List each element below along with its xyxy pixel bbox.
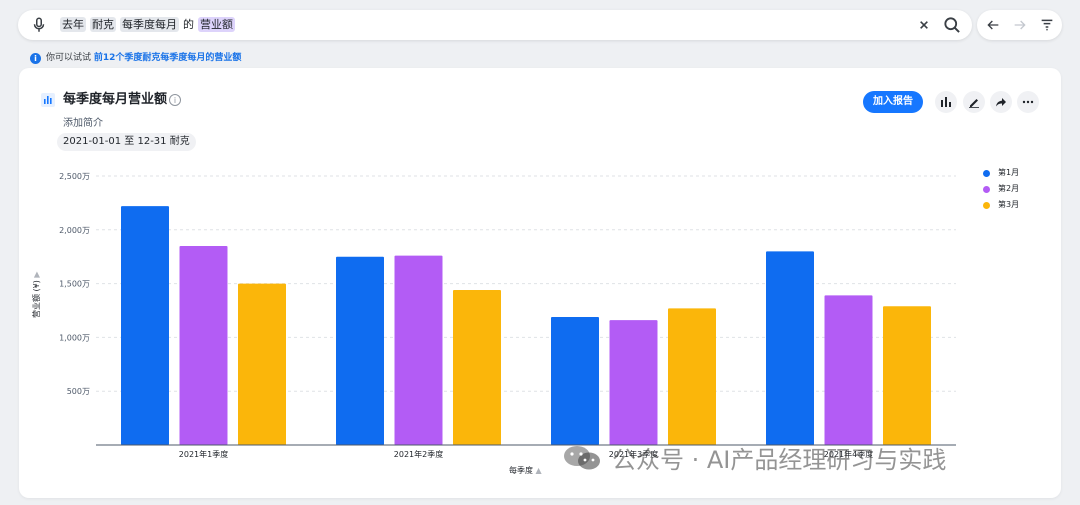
y-axis-title[interactable]: 营业额 (¥) ▶ <box>31 271 42 318</box>
x-axis-title-text: 每季度 <box>509 466 533 475</box>
bar <box>609 320 658 445</box>
sort-caret-icon: ▶ <box>32 271 41 278</box>
legend-label: 第2月 <box>998 184 1020 193</box>
bar <box>883 306 931 445</box>
bar <box>394 255 443 445</box>
bar <box>453 290 501 445</box>
sort-caret-icon: ▲ <box>535 466 542 475</box>
x-axis-title[interactable]: 每季度 ▲ <box>509 465 542 476</box>
history-nav <box>977 10 1062 40</box>
bar-chart: 500万 1,000万 1,500万 2,000万 2,500万 2021年1季度 2021… <box>59 172 956 459</box>
y-tick-label: 1,500万 <box>59 280 90 289</box>
search-icon[interactable] <box>942 15 962 35</box>
hint-prefix: 你可以试试 <box>46 53 92 63</box>
y-axis-title-text: 营业额 (¥) <box>32 280 41 318</box>
query-token[interactable]: 耐克 <box>90 17 116 32</box>
legend-swatch <box>983 201 990 209</box>
microphone-icon[interactable] <box>30 16 48 34</box>
bar <box>179 245 228 445</box>
wechat-icon <box>564 445 600 469</box>
suggestion-hint: i 你可以试试 前12个季度耐克每季度每月的营业额 <box>30 52 241 64</box>
forward-arrow-icon[interactable] <box>1012 17 1028 33</box>
bar <box>766 251 814 445</box>
bar <box>121 206 169 445</box>
chart-card: 每季度每月营业额 i 添加简介 2021-01-01 至 12-31 耐克 加入… <box>19 68 1061 498</box>
legend-swatch <box>983 185 990 193</box>
y-tick-label: 2,000万 <box>59 226 90 235</box>
watermark-text: 公众号 · AI产品经理研习与实践 <box>612 446 947 474</box>
back-arrow-icon[interactable] <box>985 17 1001 33</box>
legend-item[interactable]: 第2月 <box>983 181 1019 197</box>
x-tick-label: 2021年1季度 <box>179 449 228 459</box>
bar <box>668 308 716 445</box>
bar <box>551 316 599 445</box>
legend-item[interactable]: 第1月 <box>983 165 1019 181</box>
bar <box>824 295 873 445</box>
legend-swatch <box>983 169 990 177</box>
legend-item[interactable]: 第3月 <box>983 197 1019 213</box>
watermark: 公众号 · AI产品经理研习与实践 <box>562 440 946 475</box>
y-tick-label: 2,500万 <box>59 172 90 181</box>
close-icon[interactable] <box>916 17 932 33</box>
query-token[interactable]: 营业额 <box>198 17 235 32</box>
bar <box>336 256 384 445</box>
y-tick-label: 1,000万 <box>59 333 90 342</box>
search-bar[interactable]: 去年 耐克 每季度每月的营业额 <box>18 10 972 40</box>
legend-label: 第3月 <box>998 200 1020 209</box>
chart-legend: 第1月 第2月 第3月 <box>983 165 1019 213</box>
info-icon: i <box>30 53 41 64</box>
x-tick-label: 2021年2季度 <box>394 449 443 459</box>
y-tick-label: 500万 <box>67 387 90 396</box>
query-token[interactable]: 的 <box>183 17 194 32</box>
filter-icon[interactable] <box>1039 17 1055 33</box>
legend-label: 第1月 <box>998 168 1020 177</box>
query-token[interactable]: 去年 <box>60 17 86 32</box>
query-token[interactable]: 每季度每月 <box>120 17 179 32</box>
suggestion-link[interactable]: 前12个季度耐克每季度每月的营业额 <box>94 53 242 63</box>
search-query[interactable]: 去年 耐克 每季度每月的营业额 <box>60 17 239 33</box>
bar <box>238 283 286 445</box>
